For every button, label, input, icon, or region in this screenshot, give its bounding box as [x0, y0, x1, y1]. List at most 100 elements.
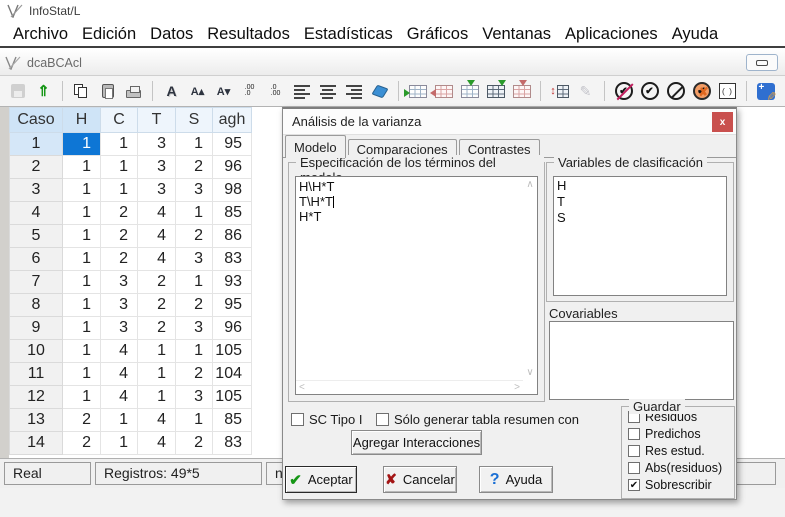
menu-archivo[interactable]: Archivo: [6, 25, 75, 44]
guardar-checkbox[interactable]: [628, 462, 640, 474]
list-item[interactable]: S: [557, 210, 723, 226]
cell[interactable]: 83: [213, 248, 252, 271]
cell[interactable]: 1: [101, 409, 138, 432]
sc-tipo-checkbox[interactable]: [291, 413, 304, 426]
print-icon[interactable]: [121, 80, 146, 103]
edit-cell-icon[interactable]: ✎: [573, 80, 598, 103]
cell[interactable]: 1: [176, 133, 213, 156]
cell[interactable]: 4: [138, 409, 176, 432]
cell[interactable]: 1: [63, 340, 101, 363]
row-header[interactable]: 10: [10, 340, 63, 363]
guardar-checkbox[interactable]: [628, 445, 640, 457]
cell[interactable]: 2: [101, 248, 138, 271]
help-button[interactable]: ? Ayuda: [479, 466, 553, 493]
cell[interactable]: 1: [63, 271, 101, 294]
cell[interactable]: 105: [213, 340, 252, 363]
tab-modelo[interactable]: Modelo: [285, 135, 346, 158]
cell[interactable]: 3: [176, 179, 213, 202]
scroll-down-icon[interactable]: ∨: [526, 367, 533, 378]
cell[interactable]: 2: [63, 432, 101, 455]
copy-icon[interactable]: [69, 80, 94, 103]
cell[interactable]: 85: [213, 202, 252, 225]
cell[interactable]: 4: [101, 340, 138, 363]
cell[interactable]: 1: [176, 271, 213, 294]
delete-column-icon[interactable]: [509, 80, 534, 103]
menu-estadísticas[interactable]: Estadísticas: [297, 25, 400, 44]
insert-column-icon[interactable]: [457, 80, 482, 103]
cell[interactable]: 1: [63, 363, 101, 386]
cell[interactable]: 4: [138, 202, 176, 225]
invert-activation-icon[interactable]: ✔✘: [689, 80, 714, 103]
row-header[interactable]: 14: [10, 432, 63, 455]
covariables-listbox[interactable]: [549, 321, 734, 400]
horizontal-scrollbar[interactable]: < >: [296, 380, 523, 394]
minimize-button[interactable]: [746, 54, 778, 71]
align-center-icon[interactable]: [315, 80, 340, 103]
row-header[interactable]: 12: [10, 386, 63, 409]
cell[interactable]: 4: [101, 363, 138, 386]
cell[interactable]: 2: [138, 271, 176, 294]
cell[interactable]: 3: [176, 248, 213, 271]
menu-ayuda[interactable]: Ayuda: [665, 25, 726, 44]
search-cases-icon[interactable]: [663, 80, 688, 103]
cell[interactable]: 4: [138, 432, 176, 455]
cell[interactable]: 1: [138, 386, 176, 409]
row-header[interactable]: 4: [10, 202, 63, 225]
cell[interactable]: 2: [101, 202, 138, 225]
row-header[interactable]: 13: [10, 409, 63, 432]
cell[interactable]: 2: [138, 317, 176, 340]
row-header[interactable]: 1: [10, 133, 63, 156]
column-header[interactable]: agh: [213, 108, 252, 133]
cell[interactable]: 2: [101, 225, 138, 248]
font-decrease-icon[interactable]: A▾: [211, 80, 236, 103]
row-header[interactable]: 3: [10, 179, 63, 202]
cell[interactable]: 1: [101, 133, 138, 156]
guardar-option-row[interactable]: Res estud.: [628, 444, 734, 458]
cell[interactable]: 1: [101, 432, 138, 455]
paste-icon[interactable]: [95, 80, 120, 103]
column-header[interactable]: S: [176, 108, 213, 133]
cell[interactable]: 105: [213, 386, 252, 409]
guardar-option-row[interactable]: Abs(residuos): [628, 461, 734, 475]
decimals-increase-icon[interactable]: .0 .00: [263, 80, 288, 103]
column-header[interactable]: H: [63, 108, 101, 133]
insert-table-icon[interactable]: [483, 80, 508, 103]
cell[interactable]: 3: [176, 317, 213, 340]
menu-resultados[interactable]: Resultados: [200, 25, 297, 44]
guardar-option-row[interactable]: Predichos: [628, 427, 734, 441]
cell[interactable]: 1: [101, 156, 138, 179]
guardar-checkbox[interactable]: [628, 428, 640, 440]
menu-datos[interactable]: Datos: [143, 25, 200, 44]
add-interactions-button[interactable]: Agregar Interacciones: [351, 430, 482, 455]
column-header[interactable]: C: [101, 108, 138, 133]
cell[interactable]: 3: [176, 386, 213, 409]
cell[interactable]: 95: [213, 133, 252, 156]
cell[interactable]: 3: [138, 133, 176, 156]
delete-row-icon[interactable]: [431, 80, 456, 103]
cell[interactable]: 2: [138, 294, 176, 317]
cell[interactable]: 95: [213, 294, 252, 317]
row-header[interactable]: 2: [10, 156, 63, 179]
fill-color-icon[interactable]: [367, 80, 392, 103]
cell[interactable]: 1: [63, 133, 101, 156]
cell[interactable]: 2: [176, 432, 213, 455]
scroll-right-icon[interactable]: >: [514, 382, 520, 393]
menu-edición[interactable]: Edición: [75, 25, 143, 44]
scroll-left-icon[interactable]: <: [299, 382, 305, 393]
sc-tipo-checkbox-row[interactable]: SC Tipo I: [291, 412, 362, 427]
classification-listbox[interactable]: HTS: [553, 176, 727, 296]
cell[interactable]: 96: [213, 317, 252, 340]
cell[interactable]: 1: [63, 386, 101, 409]
cell[interactable]: 1: [63, 317, 101, 340]
font-increase-icon[interactable]: A▴: [185, 80, 210, 103]
summary-checkbox-row[interactable]: Sólo generar tabla resumen con: [376, 412, 579, 427]
model-terms-textarea[interactable]: H\H*TT\H*TH*T ∧ ∨ < >: [295, 176, 538, 395]
cell[interactable]: 104: [213, 363, 252, 386]
cell[interactable]: 1: [63, 225, 101, 248]
save-icon[interactable]: [5, 80, 30, 103]
close-button[interactable]: x: [712, 112, 733, 132]
row-header[interactable]: 7: [10, 271, 63, 294]
cell[interactable]: 2: [176, 225, 213, 248]
cell[interactable]: 2: [176, 156, 213, 179]
cell[interactable]: 98: [213, 179, 252, 202]
